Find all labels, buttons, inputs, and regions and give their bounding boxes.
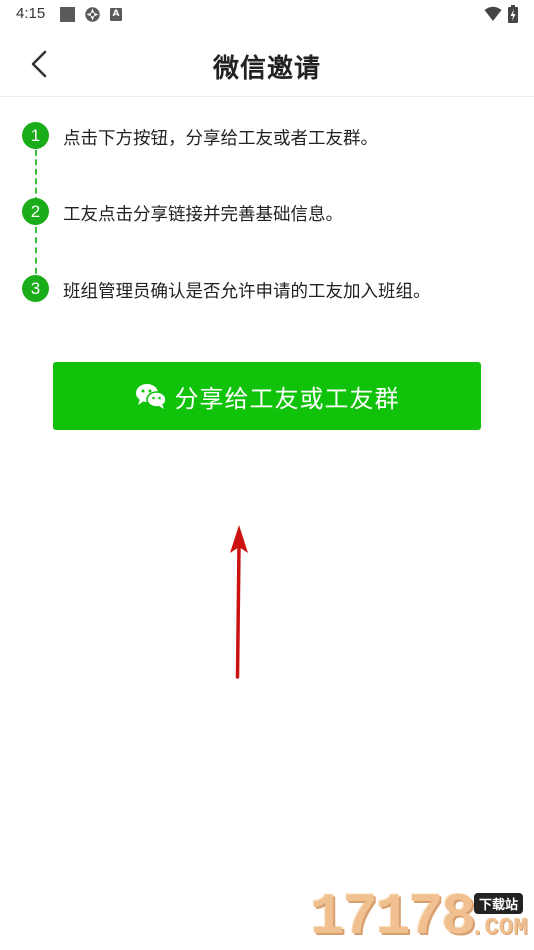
status-time: 4:15 xyxy=(16,5,46,22)
watermark-domain: .COM xyxy=(470,915,528,942)
step-text: 班组管理员确认是否允许申请的工友加入班组。 xyxy=(63,282,431,302)
wechat-icon xyxy=(135,384,167,409)
step-text: 点击下方按钮，分享给工友或者工友群。 xyxy=(63,129,378,149)
step-connector xyxy=(35,150,37,203)
step-item: 1 点击下方按钮，分享给工友或者工友群。 xyxy=(22,122,522,152)
step-item: 3 班组管理员确认是否允许申请的工友加入班组。 xyxy=(22,275,522,305)
battery-icon xyxy=(508,5,518,23)
watermark-tag: 下载站 xyxy=(474,893,524,914)
watermark-digits: 17178 xyxy=(310,886,476,950)
square-icon xyxy=(60,7,75,22)
step-text: 工友点击分享链接并完善基础信息。 xyxy=(63,205,343,225)
arrow-up-icon xyxy=(230,525,248,679)
watermark-logo: 17178 下载站 .COM xyxy=(310,885,532,949)
a-icon: A xyxy=(110,8,122,21)
page-title: 微信邀请 xyxy=(212,54,321,84)
status-bar: 4:15 A xyxy=(0,0,534,30)
share-button-label: 分享给工友或工友群 xyxy=(174,384,400,413)
step-number: 3 xyxy=(22,275,49,302)
header: 微信邀请 xyxy=(0,30,534,97)
share-button[interactable]: 分享给工友或工友群 xyxy=(53,362,481,430)
step-number: 1 xyxy=(22,122,49,149)
step-number: 2 xyxy=(22,198,49,225)
gear-icon xyxy=(85,7,100,22)
wifi-icon xyxy=(484,6,502,21)
step-item: 2 工友点击分享链接并完善基础信息。 xyxy=(22,198,522,228)
